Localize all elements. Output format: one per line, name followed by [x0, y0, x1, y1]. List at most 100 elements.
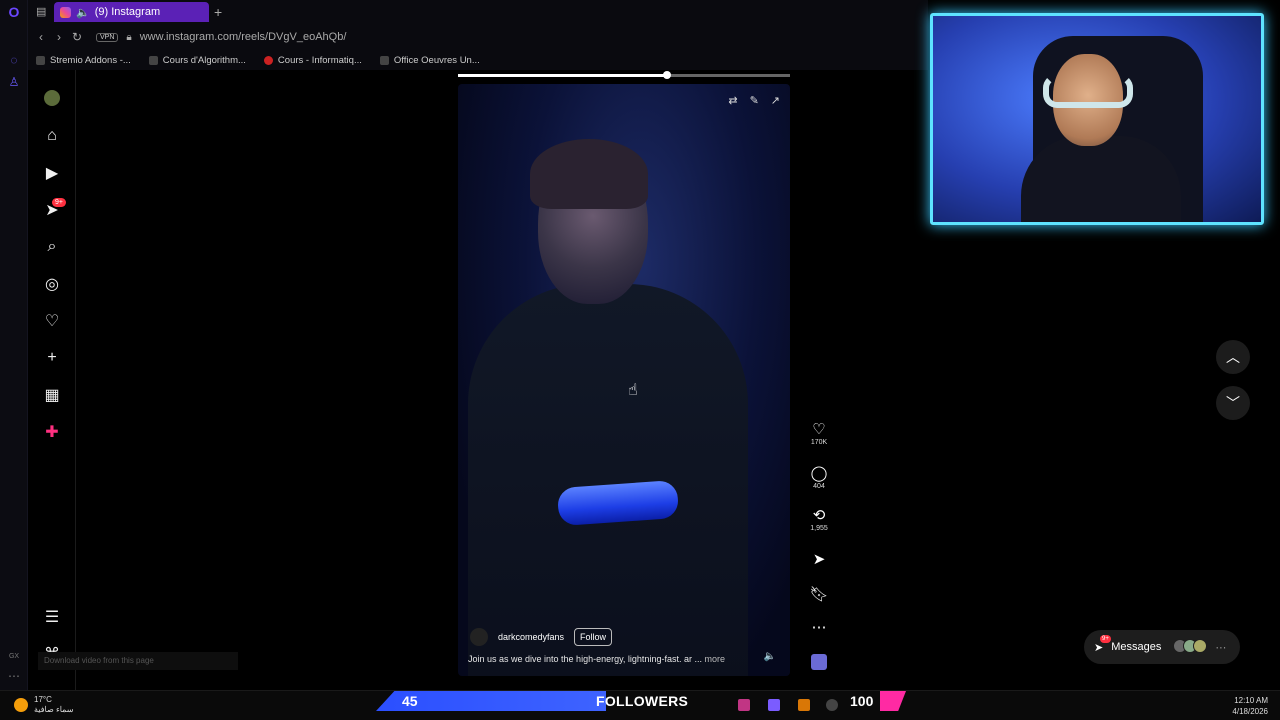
reel-top-icons: ⇄ ✎ ↗: [728, 94, 780, 107]
weather-icon: [14, 698, 28, 712]
share-icon[interactable]: ➤: [804, 550, 834, 568]
bookmark-item[interactable]: Cours d'Algorithm...: [148, 55, 246, 66]
plus-icon[interactable]: +: [42, 348, 62, 368]
volume-icon[interactable]: 🔈: [764, 651, 776, 662]
follow-button[interactable]: Follow: [574, 628, 613, 646]
instagram-icon[interactable]: [738, 699, 750, 711]
comment-count: 404: [813, 483, 825, 490]
bookmark-icon: [263, 55, 273, 65]
reel-author: darkcomedyfans Follow: [470, 628, 613, 646]
messenger-icon[interactable]: ◌: [6, 52, 22, 68]
tab-bar: ▤ 🔈 (9) Instagram +: [28, 0, 928, 24]
reel-progress-fill: [458, 74, 668, 77]
next-reel-button[interactable]: ﹀: [1216, 386, 1250, 420]
more-icon: ⋯: [1215, 641, 1227, 654]
system-clock[interactable]: 12:10 AM 4/18/2026: [1232, 695, 1268, 717]
reel-progress-knob[interactable]: [663, 71, 672, 79]
caption-text: Join us as we dive into the high-energy,…: [468, 654, 702, 664]
followers-goal: 100: [850, 693, 874, 709]
reels-icon[interactable]: ▶: [42, 163, 62, 183]
download-hint[interactable]: Download video from this page: [38, 652, 238, 670]
more-icon[interactable]: ⋯: [6, 668, 22, 684]
performer-body: [468, 284, 748, 676]
mouse-cursor-icon: ☝︎: [628, 382, 638, 399]
clock-time: 12:10 AM: [1234, 696, 1268, 705]
insights-icon[interactable]: ▦: [42, 385, 62, 405]
message-avatars: [1173, 638, 1208, 656]
home-icon[interactable]: ⌂: [42, 126, 62, 146]
weather-text: سماء صافية: [34, 705, 74, 714]
weather-widget[interactable]: 17°C سماء صافية: [14, 695, 74, 715]
app-icon[interactable]: [826, 699, 838, 711]
followers-current: 45: [402, 693, 418, 709]
address-bar: ‹ › ↻ VPN 🔒︎ www.instagram.com/reels/DVg…: [28, 24, 928, 50]
explore-icon[interactable]: ◎: [42, 274, 62, 294]
back-icon[interactable]: ‹: [32, 30, 50, 44]
open-external-icon[interactable]: ↗: [771, 94, 780, 107]
opera-logo-icon[interactable]: O: [6, 4, 22, 20]
author-name[interactable]: darkcomedyfans: [498, 632, 564, 642]
repost-count: 1,955: [810, 525, 828, 532]
more-options-icon[interactable]: ⋯: [804, 618, 834, 636]
streamer-torso: [1021, 136, 1181, 222]
wallet-icon[interactable]: ♙: [6, 74, 22, 90]
opera-sidebar: O ◌ ♙ GX ⋯: [0, 0, 28, 690]
new-tab-icon[interactable]: +: [214, 4, 222, 20]
bookmarks-bar: Stremio Addons -... Cours d'Algorithm...…: [28, 50, 928, 70]
tab-title: (9) Instagram: [94, 6, 161, 18]
instagram-sidebar: ⌂ ▶ ➤ ⌕ ◎ ♡ + ▦ ✚ ☰ ⌘: [28, 70, 76, 690]
chevron-down-icon: ﹀: [1226, 395, 1240, 411]
followers-label: FOLLOWERS: [596, 693, 689, 709]
clock-date: 4/18/2026: [1232, 707, 1268, 716]
bookmark-item[interactable]: Office Oeuvres Un...: [379, 55, 480, 66]
comment-button[interactable]: ◯ 404: [804, 464, 834, 490]
vpn-badge[interactable]: VPN: [96, 32, 119, 42]
reload-icon[interactable]: ↻: [68, 30, 86, 44]
repost-icon[interactable]: ⇄: [728, 94, 737, 107]
speaker-icon[interactable]: 🔈: [76, 6, 90, 19]
save-icon[interactable]: 🔖︎: [804, 585, 834, 603]
lock-icon[interactable]: 🔒︎: [126, 32, 131, 43]
repost-button[interactable]: ⟲ 1,955: [804, 506, 834, 532]
reel-caption: Join us as we dive into the high-energy,…: [468, 654, 725, 664]
gx-icon[interactable]: GX: [6, 648, 22, 664]
search-icon[interactable]: ⌕: [42, 237, 62, 257]
tab-instagram[interactable]: 🔈 (9) Instagram: [54, 2, 209, 22]
audio-thumb[interactable]: [804, 654, 834, 674]
bookmark-icon: [36, 55, 45, 65]
avatar: [1193, 638, 1208, 653]
bookmark-icon: [379, 55, 389, 65]
performer-hair: [530, 139, 648, 209]
webcam-overlay: [930, 13, 1264, 225]
instagram-favicon-icon: [60, 6, 71, 18]
app-icon[interactable]: [768, 699, 780, 711]
caption-more-link[interactable]: more: [704, 654, 725, 664]
messages-label: Messages: [1111, 641, 1162, 653]
messages-badge: 9+: [1100, 635, 1111, 643]
bookmark-item[interactable]: Stremio Addons -...: [36, 55, 131, 66]
reel-progress-bar[interactable]: [458, 71, 790, 79]
url-field[interactable]: www.instagram.com/reels/DVgV_eoAhQb/: [140, 31, 347, 43]
messages-button[interactable]: ➤ 9+ Messages ⋯: [1084, 630, 1240, 664]
pin-icon[interactable]: ✎: [750, 94, 759, 107]
temperature: 17°C: [34, 695, 52, 704]
threads-icon[interactable]: ✚: [42, 422, 62, 442]
taskbar: 17°C سماء صافية 45 FOLLOWERS 100 12:10 A…: [0, 690, 1280, 720]
headset-icon: [1043, 74, 1133, 108]
forward-icon[interactable]: ›: [50, 30, 68, 44]
banner-end-cap: [880, 691, 906, 711]
bookmark-icon: [148, 55, 158, 65]
reel-video[interactable]: ⇄ ✎ ↗ darkcomedyfans Follow Join us as w…: [458, 84, 790, 676]
chevron-up-icon: ︿: [1226, 349, 1240, 365]
notification-badge: 9+: [52, 198, 66, 207]
profile-avatar[interactable]: [44, 90, 60, 106]
menu-icon[interactable]: ☰: [42, 607, 62, 627]
like-count: 170K: [810, 439, 828, 446]
workspaces-icon[interactable]: ▤: [36, 5, 46, 18]
previous-reel-button[interactable]: ︿: [1216, 340, 1250, 374]
like-button[interactable]: ♡ 170K: [804, 420, 834, 446]
heart-icon[interactable]: ♡: [42, 311, 62, 331]
app-icon[interactable]: [798, 699, 810, 711]
bookmark-item[interactable]: Cours - Informatiq...: [263, 55, 362, 66]
author-avatar[interactable]: [470, 628, 488, 646]
